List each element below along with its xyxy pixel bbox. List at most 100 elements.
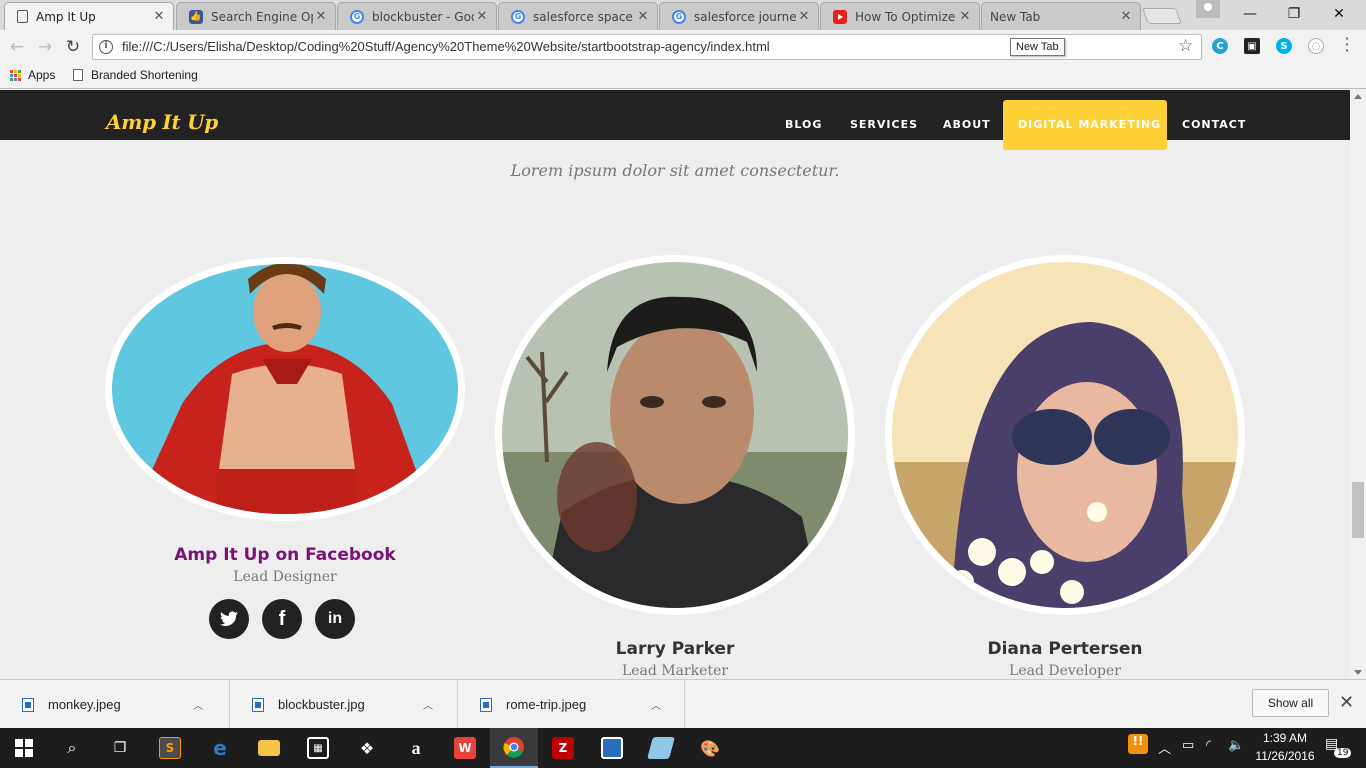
tab-salesforce-journey[interactable]: G salesforce journey ✕ xyxy=(659,2,819,30)
tab-seo[interactable]: 👍 Search Engine Opti ✕ xyxy=(176,2,336,30)
site-brand[interactable]: Amp It Up xyxy=(106,110,218,134)
chrome-icon[interactable] xyxy=(490,728,538,768)
close-icon[interactable]: ✕ xyxy=(957,9,973,24)
tab-title: New Tab xyxy=(990,9,1041,24)
scroll-up-icon[interactable] xyxy=(1354,94,1362,99)
window-close-icon[interactable]: ✕ xyxy=(1317,0,1361,28)
nav-about[interactable]: ABOUT xyxy=(943,118,991,131)
filezilla-icon[interactable]: Z xyxy=(539,728,587,768)
photos-icon[interactable] xyxy=(588,728,636,768)
linkedin-icon[interactable]: in xyxy=(315,599,355,639)
tab-blockbuster[interactable]: G blockbuster - Goo ✕ xyxy=(337,2,497,30)
task-view-icon[interactable]: ❐ xyxy=(96,728,144,768)
scroll-down-icon[interactable] xyxy=(1354,670,1362,675)
windows-taskbar: ⌕ ❐ S e ▦ ❖ a W Z 🎨 !! ︿ ▭ ◜ 🔈 1:39 AM 1… xyxy=(0,728,1366,768)
forward-icon[interactable]: → xyxy=(34,37,56,57)
close-icon[interactable]: ✕ xyxy=(151,9,167,24)
new-tab-button[interactable] xyxy=(1142,8,1182,24)
close-icon[interactable]: ✕ xyxy=(474,9,490,24)
download-filename: rome-trip.jpeg xyxy=(506,697,587,712)
close-icon[interactable]: ✕ xyxy=(796,9,812,24)
nav-digital-marketing[interactable]: DIGITAL MARKETING xyxy=(1018,118,1161,131)
tab-title: How To Optimize Y xyxy=(855,9,957,24)
show-all-button[interactable]: Show all xyxy=(1252,689,1329,717)
team-photo-2 xyxy=(495,255,855,615)
reload-icon[interactable]: ↻ xyxy=(62,37,84,57)
chevron-up-icon[interactable]: ︿ xyxy=(418,697,438,712)
menu-icon[interactable]: · · · xyxy=(1344,31,1350,59)
download-item[interactable]: blockbuster.jpg ︿ xyxy=(230,680,458,729)
bookmark-branded-shortening[interactable]: Branded Shortening xyxy=(73,68,198,82)
back-icon[interactable]: ← xyxy=(6,37,28,57)
clock-date[interactable]: 11/26/2016 xyxy=(1250,749,1320,763)
tab-amp-it-up[interactable]: Amp It Up ✕ xyxy=(4,2,174,30)
nav-services[interactable]: SERVICES xyxy=(850,118,918,131)
image-file-icon xyxy=(22,697,34,712)
downloads-shelf: monkey.jpeg ︿ blockbuster.jpg ︿ rome-tri… xyxy=(0,679,1366,729)
info-icon[interactable]: i xyxy=(99,40,113,54)
scroll-thumb[interactable] xyxy=(1352,482,1364,538)
twitter-icon[interactable] xyxy=(209,599,249,639)
extension-circle-icon[interactable]: ◌ xyxy=(1308,38,1324,54)
paint-icon[interactable]: 🎨 xyxy=(686,728,734,768)
warning-tray-icon[interactable]: !! xyxy=(1128,734,1148,754)
browser-toolbar: ← → ↻ i file:///C:/Users/Elisha/Desktop/… xyxy=(0,30,1366,64)
tab-salesforce-space[interactable]: G salesforce space - ✕ xyxy=(498,2,658,30)
extension-dark-icon[interactable]: ▣ xyxy=(1244,38,1260,54)
volume-icon[interactable]: 🔈 xyxy=(1228,738,1244,753)
download-filename: monkey.jpeg xyxy=(48,697,121,712)
tab-new-tab[interactable]: New Tab ✕ xyxy=(981,2,1141,30)
store-icon[interactable]: ▦ xyxy=(294,728,342,768)
team-name-1[interactable]: Amp It Up on Facebook xyxy=(105,545,465,565)
chevron-up-icon[interactable]: ︿ xyxy=(646,697,666,712)
restore-icon[interactable]: ❐ xyxy=(1272,0,1316,28)
team-name-3: Diana Pertersen xyxy=(987,639,1143,659)
dropbox-icon[interactable]: ❖ xyxy=(343,728,391,768)
bookmark-apps[interactable]: Apps xyxy=(10,68,55,82)
file-explorer-icon[interactable] xyxy=(245,728,293,768)
download-item[interactable]: rome-trip.jpeg ︿ xyxy=(458,680,685,729)
chevron-up-icon[interactable]: ︿ xyxy=(1158,738,1171,757)
tab-how-to-optimize[interactable]: How To Optimize Y ✕ xyxy=(820,2,980,30)
wps-icon[interactable]: W xyxy=(441,728,489,768)
page-scrollbar[interactable] xyxy=(1350,90,1366,679)
nav-blog[interactable]: BLOG xyxy=(785,118,822,131)
tab-title: Amp It Up xyxy=(36,9,96,24)
nav-contact[interactable]: CONTACT xyxy=(1182,118,1246,131)
notes-icon[interactable] xyxy=(637,728,685,768)
minimize-icon[interactable]: — xyxy=(1228,0,1272,28)
download-item[interactable]: monkey.jpeg ︿ xyxy=(0,680,230,729)
windows-start-icon[interactable] xyxy=(0,728,48,768)
team-name-2: Larry Parker xyxy=(615,639,735,659)
page-viewport: Amp It Up BLOG SERVICES ABOUT DIGITAL MA… xyxy=(0,90,1350,679)
tab-title: Search Engine Opti xyxy=(211,9,313,24)
skype-icon[interactable]: S xyxy=(1276,38,1292,54)
amazon-icon[interactable]: a xyxy=(392,728,440,768)
facebook-icon[interactable]: f xyxy=(262,599,302,639)
close-icon[interactable]: ✕ xyxy=(313,9,329,24)
sublime-icon[interactable]: S xyxy=(146,728,194,768)
team-role-1: Lead Designer xyxy=(233,569,337,585)
close-icon[interactable]: ✕ xyxy=(1339,692,1354,713)
team-role-3: Lead Developer xyxy=(1009,663,1121,679)
tab-title: blockbuster - Goo xyxy=(372,9,474,24)
close-icon[interactable]: ✕ xyxy=(635,9,651,24)
wifi-icon[interactable]: ◜ xyxy=(1206,738,1211,753)
page-icon xyxy=(17,10,28,23)
profile-icon[interactable] xyxy=(1196,0,1220,18)
search-icon[interactable]: ⌕ xyxy=(48,728,96,768)
bookmark-star-icon[interactable]: ☆ xyxy=(1178,36,1193,56)
extension-c-icon[interactable]: C xyxy=(1212,38,1228,54)
seo-icon: 👍 xyxy=(189,9,203,24)
team-photo-1 xyxy=(105,257,465,521)
close-icon[interactable]: ✕ xyxy=(1118,9,1134,24)
youtube-icon xyxy=(833,9,847,24)
clock-time[interactable]: 1:39 AM xyxy=(1255,731,1315,745)
url-text: file:///C:/Users/Elisha/Desktop/Coding%2… xyxy=(122,39,770,54)
edge-icon[interactable]: e xyxy=(196,728,244,768)
tab-strip: Amp It Up ✕ 👍 Search Engine Opti ✕ G blo… xyxy=(0,0,1366,30)
bookmark-label: Apps xyxy=(28,68,56,82)
battery-icon[interactable]: ▭ xyxy=(1182,738,1194,753)
google-icon: G xyxy=(350,9,364,24)
chevron-up-icon[interactable]: ︿ xyxy=(188,697,208,712)
